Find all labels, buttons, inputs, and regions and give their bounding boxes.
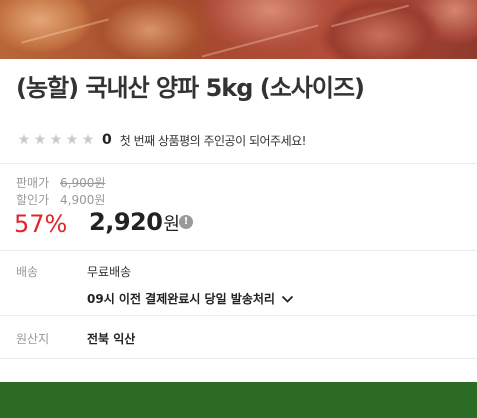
shipping-label: 배송 bbox=[16, 265, 39, 279]
star-icon: ★ bbox=[33, 132, 47, 148]
star-icon: ★ bbox=[17, 132, 31, 148]
discount-price-label: 할인가 bbox=[16, 193, 50, 207]
final-price-unit: 원 bbox=[163, 214, 180, 235]
chevron-down-icon bbox=[281, 293, 294, 307]
rating-summary[interactable]: ★ ★ ★ ★ ★ 0 첫 번째 상품평의 주인공이 되어주세요! bbox=[16, 131, 307, 149]
product-image bbox=[0, 0, 477, 59]
divider bbox=[0, 315, 477, 316]
shipping-schedule: 09시 이전 결제완료시 당일 발송처리 bbox=[87, 292, 275, 306]
origin-label: 원산지 bbox=[16, 332, 50, 346]
star-icon: ★ bbox=[81, 132, 95, 148]
origin-value: 전북 익산 bbox=[87, 332, 136, 346]
divider bbox=[0, 250, 477, 251]
original-price-value: 6,900원 bbox=[60, 176, 106, 190]
final-price-number: 2,920 bbox=[89, 208, 163, 236]
star-icon: ★ bbox=[49, 132, 63, 148]
review-cta[interactable]: 첫 번째 상품평의 주인공이 되어주세요! bbox=[120, 132, 307, 149]
shipping-method: 무료배송 bbox=[87, 265, 132, 279]
original-price-label: 판매가 bbox=[16, 176, 50, 190]
review-count: 0 bbox=[102, 132, 112, 148]
discount-price-row: 할인가 4,900원 bbox=[16, 191, 105, 208]
final-price: 2,920원 bbox=[89, 208, 180, 236]
bottom-bar bbox=[0, 382, 477, 418]
shipping-schedule-toggle[interactable]: 09시 이전 결제완료시 당일 발송처리 bbox=[87, 290, 294, 307]
discount-rate: 57% bbox=[14, 210, 68, 238]
original-price-row: 판매가 6,900원 bbox=[16, 174, 105, 191]
product-title: (농할) 국내산 양파 5kg (소사이즈) bbox=[16, 74, 365, 102]
rating-stars: ★ ★ ★ ★ ★ bbox=[16, 133, 96, 147]
star-icon: ★ bbox=[65, 132, 79, 148]
divider bbox=[0, 163, 477, 164]
info-icon[interactable]: ! bbox=[179, 215, 193, 229]
discount-price-value: 4,900원 bbox=[60, 193, 106, 207]
divider bbox=[0, 358, 477, 359]
